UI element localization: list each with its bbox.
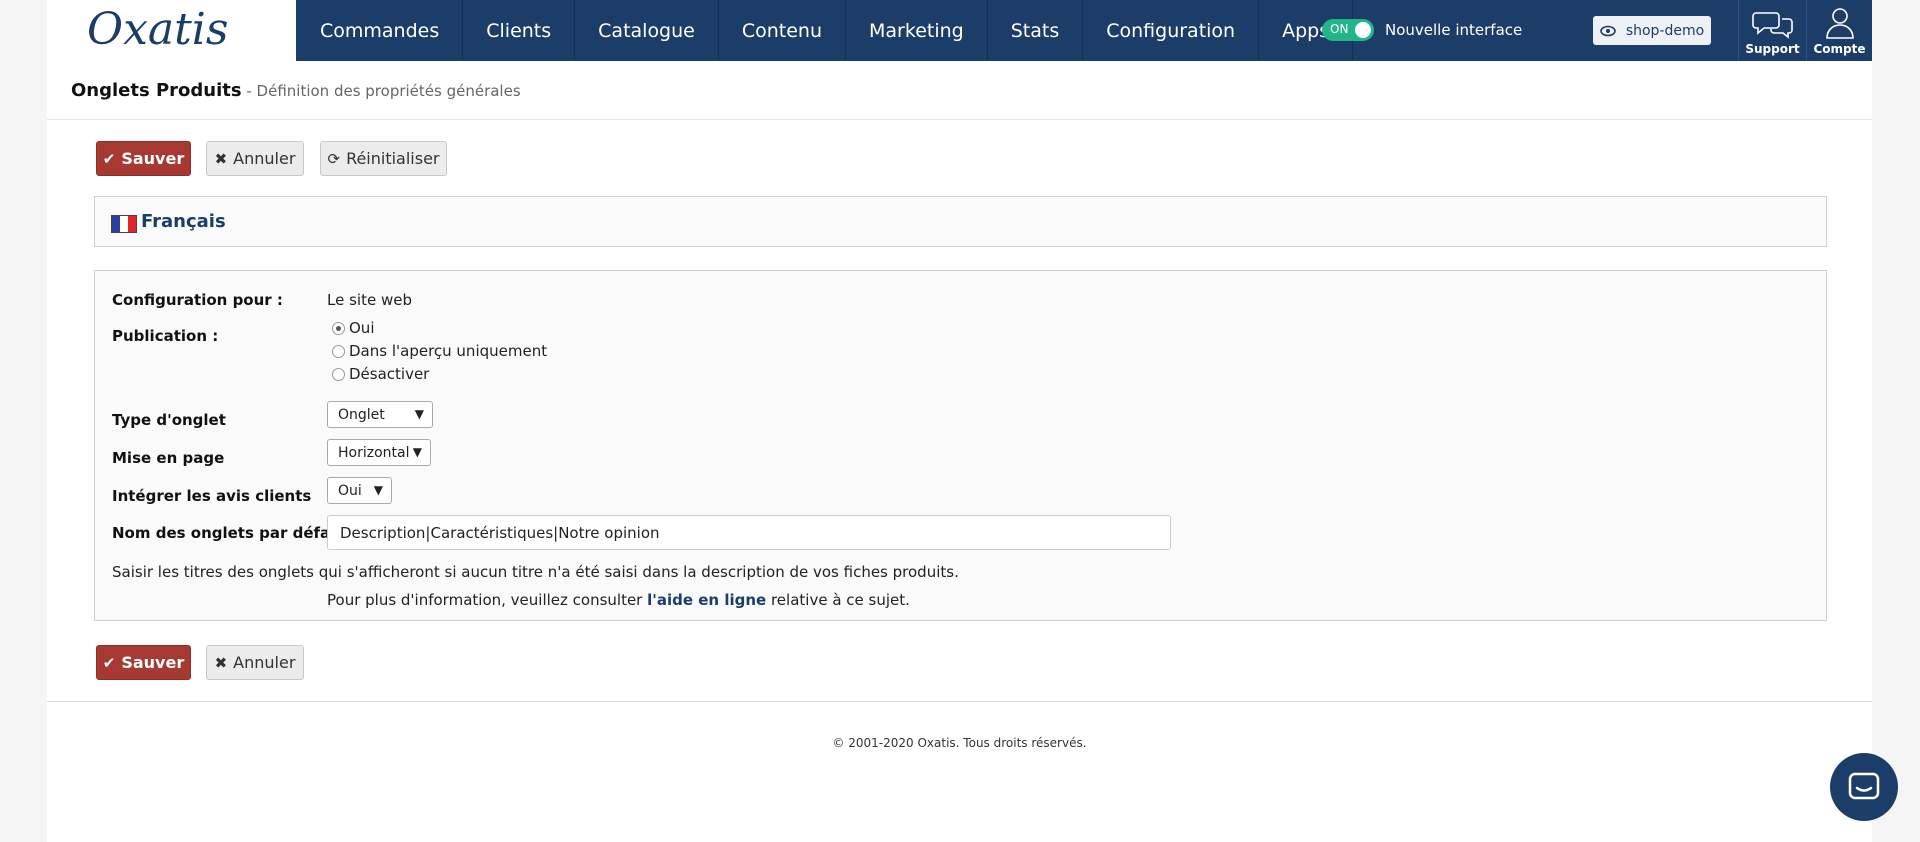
account-button[interactable]: Compte (1806, 0, 1872, 61)
nav-contenu[interactable]: Contenu (719, 0, 847, 61)
nav-marketing[interactable]: Marketing (846, 0, 988, 61)
page-title-main: Onglets Produits (71, 80, 242, 101)
account-label: Compte (1813, 42, 1866, 56)
footer-copyright: © 2001-2020 Oxatis. Tous droits réservés… (832, 736, 1087, 750)
layout-label: Mise en page (112, 449, 225, 467)
reviews-select[interactable]: Oui ▼ (327, 477, 392, 504)
default-names-input[interactable]: Description|Caractéristiques|Notre opini… (327, 515, 1171, 550)
check-icon: ✔ (102, 149, 116, 168)
nav-clients[interactable]: Clients (463, 0, 576, 61)
logo[interactable]: Oxatis (47, 0, 296, 61)
radio-selected[interactable] (332, 321, 345, 335)
tab-type-select[interactable]: Onglet ▼ (327, 401, 433, 428)
refresh-icon: ⟳ (327, 149, 341, 168)
default-names-label: Nom des onglets par défaut (112, 524, 349, 542)
online-help-link[interactable]: l'aide en ligne (647, 591, 766, 609)
divider (47, 119, 1872, 120)
nav-configuration[interactable]: Configuration (1083, 0, 1260, 61)
nav-stats[interactable]: Stats (988, 0, 1084, 61)
toggle-state: ON (1330, 22, 1349, 36)
radio[interactable] (332, 367, 345, 381)
publication-option-preview[interactable]: Dans l'aperçu uniquement (332, 342, 547, 360)
radio[interactable] (332, 344, 345, 358)
chat-launcher[interactable] (1830, 753, 1898, 821)
help-text: Saisir les titres des onglets qui s'affi… (112, 563, 959, 581)
tab-type-label: Type d'onglet (112, 411, 226, 429)
publication-option-disable[interactable]: Désactiver (332, 365, 429, 383)
chat-bubbles-icon (1751, 12, 1793, 39)
logo-icon: Oxatis (87, 6, 228, 52)
main-nav: Commandes Clients Catalogue Contenu Mark… (296, 0, 1354, 61)
dropdown-arrow-icon: ▼ (414, 407, 424, 421)
shop-label: shop-demo (1625, 22, 1705, 39)
check-icon: ✔ (102, 653, 116, 672)
cancel-label: Annuler (233, 653, 296, 672)
page-title: Onglets Produits - Définition des propri… (71, 80, 521, 101)
toggle-switch[interactable]: ON (1322, 19, 1374, 41)
cancel-label: Annuler (233, 149, 296, 168)
dropdown-arrow-icon: ▼ (373, 483, 383, 497)
help-more: Pour plus d'information, veuillez consul… (327, 591, 910, 609)
nav-commandes[interactable]: Commandes (296, 0, 464, 61)
config-value: Le site web (327, 291, 412, 309)
user-icon (1825, 8, 1854, 39)
publication-option-oui[interactable]: Oui (332, 319, 374, 337)
times-icon: ✖ (214, 149, 228, 168)
cancel-button-bottom[interactable]: ✖ Annuler (206, 645, 304, 680)
language-panel: Français (94, 196, 1827, 247)
support-button[interactable]: Support (1738, 0, 1806, 61)
save-label: Sauver (121, 149, 185, 168)
reset-label: Réinitialiser (346, 149, 440, 168)
publication-label: Publication : (112, 327, 219, 345)
page-subtitle: - Définition des propriétés générales (241, 82, 521, 100)
svg-text:Oxatis: Oxatis (87, 6, 228, 52)
settings-form: Configuration pour : Le site web Publica… (94, 270, 1827, 621)
layout-select[interactable]: Horizontal ▼ (327, 439, 431, 466)
save-button-top[interactable]: ✔ Sauver (96, 141, 191, 176)
messenger-icon (1848, 772, 1880, 800)
reset-button[interactable]: ⟳ Réinitialiser (320, 141, 447, 176)
shop-preview-button[interactable]: shop-demo (1593, 16, 1711, 45)
reviews-label: Intégrer les avis clients (112, 487, 312, 505)
save-button-bottom[interactable]: ✔ Sauver (96, 645, 191, 680)
cancel-button-top[interactable]: ✖ Annuler (206, 141, 304, 176)
config-label: Configuration pour : (112, 291, 283, 309)
divider (47, 701, 1872, 702)
language-title: Français (141, 211, 226, 232)
save-label: Sauver (121, 653, 185, 672)
support-label: Support (1745, 42, 1800, 56)
times-icon: ✖ (214, 653, 228, 672)
flag-fr-icon (111, 214, 137, 233)
eye-icon (1600, 25, 1616, 36)
toggle-knob (1355, 22, 1371, 38)
page-frame: Oxatis Commandes Clients Catalogue Conte… (47, 0, 1872, 842)
dropdown-arrow-icon: ▼ (412, 445, 422, 459)
nav-catalogue[interactable]: Catalogue (575, 0, 719, 61)
new-interface-toggle[interactable]: ON Nouvelle interface (1322, 19, 1522, 41)
toggle-label: Nouvelle interface (1385, 21, 1523, 39)
top-navbar: Oxatis Commandes Clients Catalogue Conte… (47, 0, 1872, 61)
